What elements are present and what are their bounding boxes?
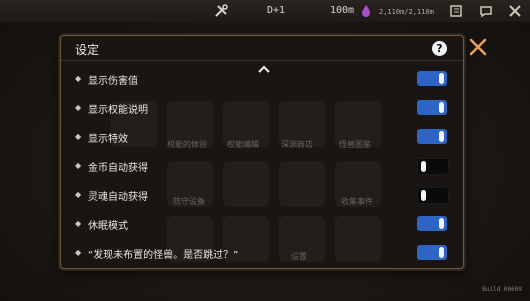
bullet-icon: ◆ bbox=[75, 161, 82, 170]
toggle-knob bbox=[439, 102, 444, 113]
setting-row: ◆ 显示权能说明 bbox=[61, 97, 463, 119]
toggle-knob bbox=[439, 131, 444, 142]
toggle-knob bbox=[421, 161, 426, 172]
setting-toggle[interactable] bbox=[417, 71, 447, 86]
book-icon[interactable] bbox=[448, 3, 464, 19]
message-icon[interactable] bbox=[478, 3, 494, 19]
setting-row: ◆ 金币自动获得 bbox=[61, 155, 463, 177]
setting-label: 显示伤害值 bbox=[88, 76, 138, 87]
settings-list: 权能的体验 权能编辑 深渊商店 怪兽图鉴 防守设备 收集事件 设置 ◆ 显示伤害值… bbox=[61, 61, 463, 267]
setting-toggle[interactable] bbox=[417, 187, 449, 204]
build-version: Build 00609 bbox=[482, 286, 522, 293]
setting-toggle[interactable] bbox=[417, 216, 447, 231]
bullet-icon: ◆ bbox=[75, 190, 82, 199]
setting-label: 休眠模式 bbox=[88, 221, 128, 232]
bullet-icon: ◆ bbox=[75, 248, 82, 257]
close-game-icon[interactable] bbox=[507, 3, 523, 19]
tools-icon[interactable] bbox=[213, 3, 229, 19]
soul-flame-icon bbox=[362, 5, 370, 17]
bullet-icon: ◆ bbox=[75, 132, 82, 141]
dialog-header: 设定 ? bbox=[61, 36, 463, 61]
setting-toggle[interactable] bbox=[417, 129, 447, 144]
day-counter: D+1 bbox=[267, 5, 286, 16]
setting-row: ◆ 灵魂自动获得 bbox=[61, 184, 463, 206]
setting-label: “发现未布置的怪兽。是否跳过？” bbox=[88, 250, 239, 261]
settings-dialog: 设定 ? 权能的体验 权能编辑 深渊商店 怪兽图鉴 防守设备 收集事件 设置 ◆… bbox=[60, 35, 464, 269]
toggle-knob bbox=[421, 190, 426, 201]
setting-label: 灵魂自动获得 bbox=[88, 192, 148, 203]
toggle-knob bbox=[439, 218, 444, 229]
setting-label: 显示权能说明 bbox=[88, 105, 148, 116]
top-status-bar: D+1 100m 2,110m/2,110m bbox=[0, 0, 530, 22]
toggle-knob bbox=[439, 247, 444, 258]
resource-counter: 2,110m/2,110m bbox=[379, 8, 434, 16]
setting-row: ◆ 休眠模式 bbox=[61, 213, 463, 235]
setting-toggle[interactable] bbox=[417, 158, 449, 175]
setting-label: 金币自动获得 bbox=[88, 163, 148, 174]
toggle-knob bbox=[439, 73, 444, 84]
setting-toggle[interactable] bbox=[417, 100, 447, 115]
setting-label: 显示特效 bbox=[88, 134, 128, 145]
help-button[interactable]: ? bbox=[432, 41, 447, 56]
setting-row: ◆ 显示特效 bbox=[61, 126, 463, 148]
bullet-icon: ◆ bbox=[75, 74, 82, 83]
close-dialog-icon[interactable] bbox=[467, 36, 489, 58]
setting-toggle[interactable] bbox=[417, 245, 447, 260]
bullet-icon: ◆ bbox=[75, 103, 82, 112]
dialog-title: 设定 bbox=[75, 43, 100, 57]
depth-indicator: 100m bbox=[330, 5, 355, 16]
setting-row: ◆ “发现未布置的怪兽。是否跳过？” bbox=[61, 242, 463, 264]
setting-row: ◆ 显示伤害值 bbox=[61, 68, 463, 90]
bullet-icon: ◆ bbox=[75, 219, 82, 228]
